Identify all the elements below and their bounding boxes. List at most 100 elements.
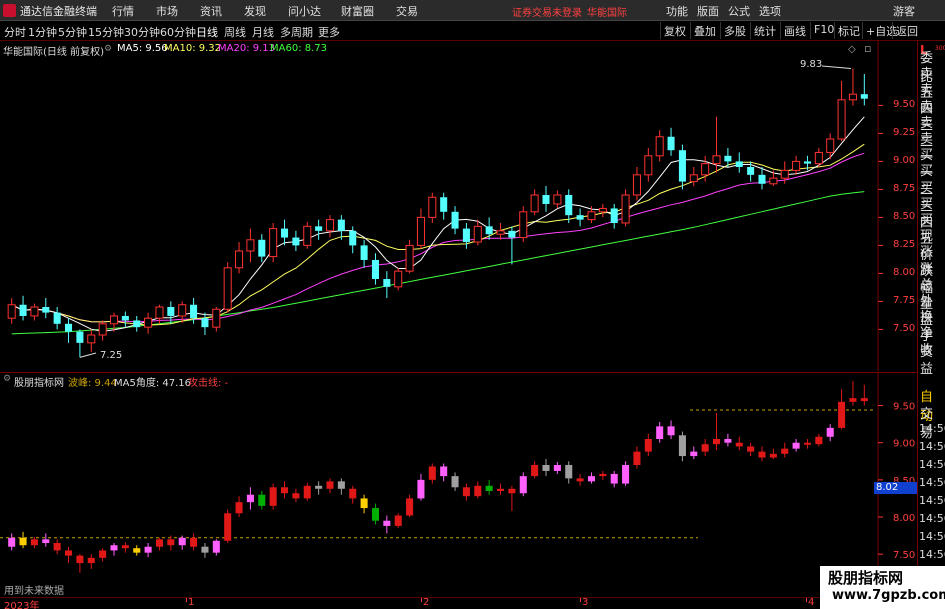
candle-body [848, 93, 857, 101]
quote-side-panel: L 300 委比 卖五 卖四 卖三 卖二 卖一 买一 买二 买三 买四 买五 现价 涨跌 涨幅 总量 外盘 换手… [917, 41, 945, 597]
menu-wealth[interactable]: 财富圈 [341, 3, 374, 19]
candle-body [144, 317, 153, 328]
tab-60min[interactable]: 60分钟 [160, 24, 196, 40]
btn-mark[interactable]: 标记 [834, 22, 863, 39]
high-price-label: 9.83 [800, 59, 823, 70]
candle-body [587, 211, 596, 221]
candle-body [7, 304, 16, 319]
tab-daily[interactable]: 日线 [196, 24, 218, 40]
future-data-warning: 用到未来数据 [4, 586, 64, 597]
diamond-icon[interactable]: ◇ [848, 44, 856, 55]
tab-weekly[interactable]: 周线 [224, 24, 246, 40]
menu-discover[interactable]: 发现 [244, 3, 266, 19]
btn-statistics[interactable]: 统计 [750, 22, 779, 39]
menu-news[interactable]: 资讯 [200, 3, 222, 19]
candle-body [826, 138, 835, 153]
indicator-bar [30, 539, 38, 546]
ma5-angle-label: MA5角度: 47.16 [114, 378, 192, 389]
indicator-bar [826, 427, 834, 437]
indicator-bar [519, 476, 527, 494]
candle-body [109, 315, 119, 325]
menu-trade[interactable]: 交易 [396, 3, 418, 19]
candle-body [30, 306, 39, 317]
guest-label[interactable]: 游客 [893, 3, 915, 19]
tab-monthly[interactable]: 月线 [252, 24, 274, 40]
candle-body [325, 219, 335, 232]
menu-layout[interactable]: 版面 [697, 3, 719, 19]
candle-body [121, 315, 129, 321]
candle-body [473, 225, 482, 243]
indicator-bar [644, 439, 652, 452]
candle-body [667, 136, 675, 151]
y-tick-label: 8.25 [893, 239, 916, 251]
candle-body [269, 228, 278, 258]
indicator-bar [53, 543, 61, 551]
indicator-bar [190, 537, 198, 547]
time-label-jan: 1 [188, 597, 195, 608]
trade-login-status[interactable]: 证券交易未登录 [512, 4, 582, 19]
candle-body [576, 215, 584, 220]
indicator-bar [713, 439, 721, 445]
indicator-bar [258, 494, 266, 506]
kline-chart[interactable]: 华能国际(日线 前复权) ⚙ MA5: 9.56 MA10: 9.32 MA20… [0, 41, 917, 371]
menu-function[interactable]: 功能 [666, 3, 688, 19]
time-tick [580, 598, 581, 602]
indicator-bar [576, 478, 584, 482]
indicator-bar [849, 398, 857, 402]
candle-body [724, 155, 732, 162]
indicator-bar [587, 476, 595, 482]
candle-body [496, 230, 505, 235]
main-chart-title: 华能国际(日线 前复权) [3, 47, 104, 58]
indicator-bar [246, 494, 254, 503]
menu-exchange[interactable]: 市场 [156, 3, 178, 19]
candle-body [655, 136, 664, 157]
candle-body [76, 331, 84, 343]
candle-body [553, 194, 562, 205]
indicator-bar [394, 515, 402, 526]
indicator-bar [144, 546, 152, 553]
candle-body [519, 211, 528, 239]
btn-restore-rights[interactable]: 复权 [660, 22, 689, 39]
price-marker: 8.02 [874, 482, 917, 494]
menu-formula[interactable]: 公式 [728, 3, 750, 19]
indicator-chart[interactable]: 9.509.008.508.007.507.00 ⚙ 股朋指标网 波峰: 9.4… [0, 372, 917, 598]
btn-back[interactable]: 返回 [892, 22, 921, 39]
tab-multi-period[interactable]: 多周期 [280, 24, 313, 40]
tab-30min[interactable]: 30分钟 [124, 24, 160, 40]
tab-intraday[interactable]: 分时 [4, 24, 26, 40]
time-label-apr: 4 [808, 597, 815, 608]
indicator-bar [792, 442, 800, 449]
btn-draw-line[interactable]: 画线 [780, 22, 809, 39]
indicator-bar [326, 481, 334, 489]
watermark-name: 股朋指标网 [828, 569, 904, 587]
time-label-feb: 2 [423, 597, 430, 608]
indicator-bar [281, 487, 289, 494]
candle-body [416, 216, 425, 246]
attack-line-label: 攻击线: - [188, 378, 229, 389]
low-price-label: 7.25 [100, 350, 123, 361]
tab-15min[interactable]: 15分钟 [88, 24, 124, 40]
settings-gear-icon[interactable]: ⚙ [104, 44, 112, 54]
candle-body [508, 230, 516, 238]
indicator-bar [781, 448, 789, 454]
trade-time: 14:56 [919, 422, 945, 435]
candle-body [19, 304, 27, 316]
tab-1min[interactable]: 1分钟 [28, 24, 57, 40]
menu-ask[interactable]: 问小达 [288, 3, 321, 19]
candle-body [689, 174, 698, 183]
btn-multi-stock[interactable]: 多股 [720, 22, 749, 39]
tab-more[interactable]: 更多 [318, 24, 340, 40]
candle-body [814, 151, 823, 165]
indicator-bar [462, 487, 470, 497]
tab-5min[interactable]: 5分钟 [58, 24, 87, 40]
menu-market[interactable]: 行情 [112, 3, 134, 19]
y-tick-label: 8.50 [893, 211, 916, 223]
expand-icon[interactable]: ▫ [864, 42, 871, 55]
candle-body [701, 163, 710, 176]
candle-body [712, 155, 721, 165]
btn-overlay[interactable]: 叠加 [690, 22, 719, 39]
menu-options[interactable]: 选项 [759, 3, 781, 19]
y-tick-label: 9.50 [893, 99, 916, 111]
candle-body [178, 304, 187, 317]
indicator-gear-icon[interactable]: ⚙ [3, 374, 11, 384]
